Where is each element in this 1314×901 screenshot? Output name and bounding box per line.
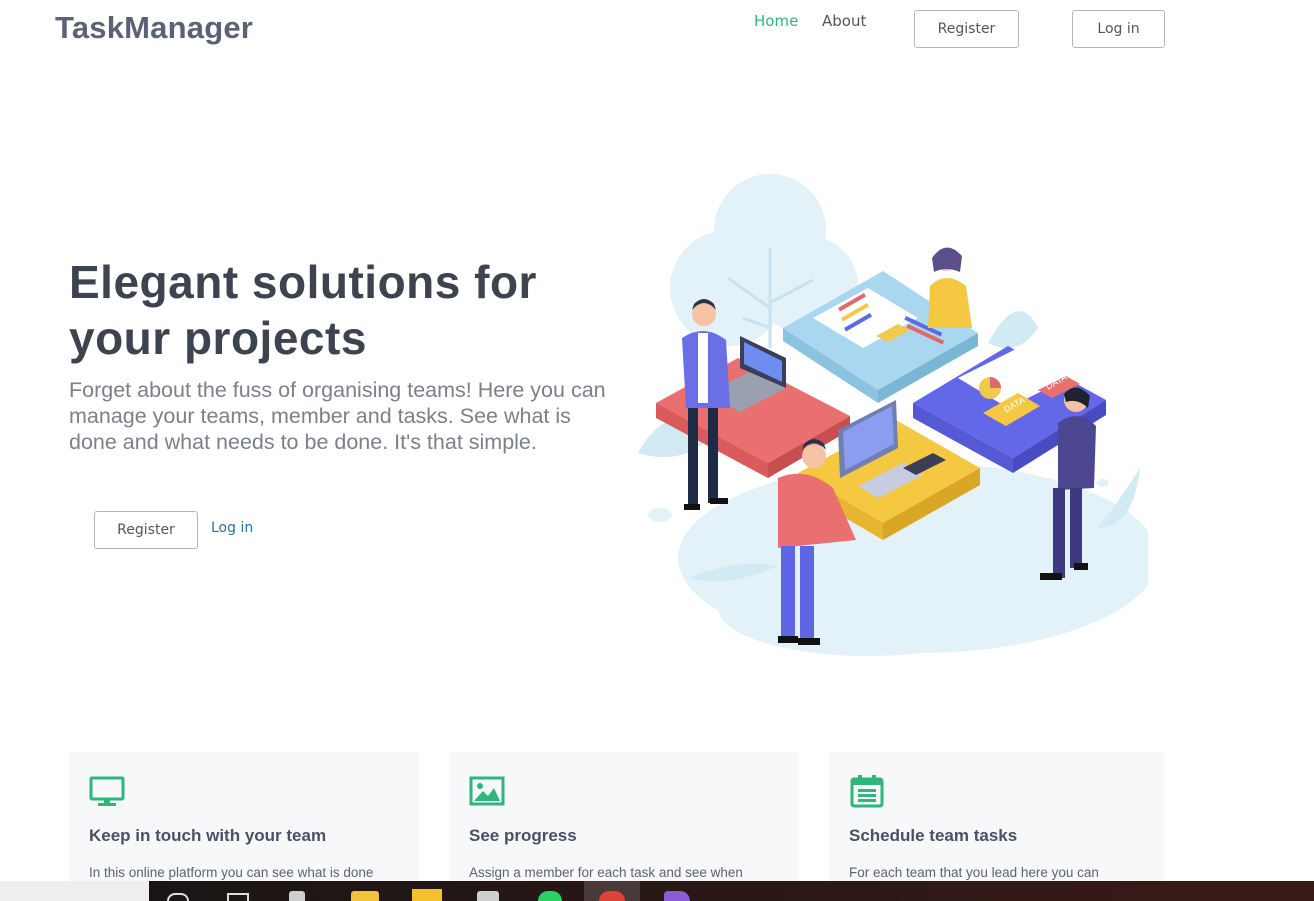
hero-description: Forget about the fuss of organising team…	[69, 378, 606, 454]
feature-title: Keep in touch with your team	[89, 826, 327, 845]
calendar-icon	[850, 775, 884, 808]
os-taskbar	[0, 881, 1314, 901]
whatsapp-icon[interactable]	[538, 891, 562, 901]
header-login-button[interactable]: Log in	[1072, 10, 1165, 48]
brand-logo[interactable]: TaskManager	[55, 10, 253, 46]
hero-login-link[interactable]: Log in	[211, 520, 253, 536]
file-explorer-icon[interactable]	[351, 891, 379, 901]
sticky-notes-icon[interactable]	[412, 889, 442, 901]
feature-card-see-progress: See progress Assign a member for each ta…	[449, 752, 799, 901]
person-top	[928, 247, 972, 328]
settings-icon[interactable]	[289, 891, 305, 901]
nav-about-link[interactable]: About	[822, 12, 866, 30]
feature-text: Assign a member for each task and see wh…	[469, 865, 743, 880]
chrome-icon[interactable]	[584, 881, 640, 901]
nav-home-link[interactable]: Home	[754, 12, 798, 30]
store-icon[interactable]	[477, 891, 499, 901]
feature-text: For each team that you lead here you can	[849, 865, 1099, 880]
monitor-icon	[89, 776, 125, 806]
feature-card-schedule: Schedule team tasks For each team that y…	[829, 752, 1164, 901]
feature-title: See progress	[469, 826, 577, 845]
hero-register-button[interactable]: Register	[94, 511, 198, 549]
header-register-button[interactable]: Register	[914, 10, 1019, 48]
task-view-icon[interactable]	[227, 893, 249, 901]
hero-title: Elegant solutions for your projects	[69, 256, 537, 364]
image-icon	[469, 776, 505, 806]
feature-title: Schedule team tasks	[849, 826, 1018, 845]
taskbar-dark-area	[149, 881, 1314, 901]
feature-card-keep-in-touch: Keep in touch with your team In this onl…	[69, 752, 419, 901]
visual-studio-icon[interactable]	[664, 891, 690, 901]
hero-illustration: DATA DATA	[638, 174, 1148, 656]
search-icon[interactable]	[167, 893, 189, 901]
feature-text: In this online platform you can see what…	[89, 865, 374, 880]
